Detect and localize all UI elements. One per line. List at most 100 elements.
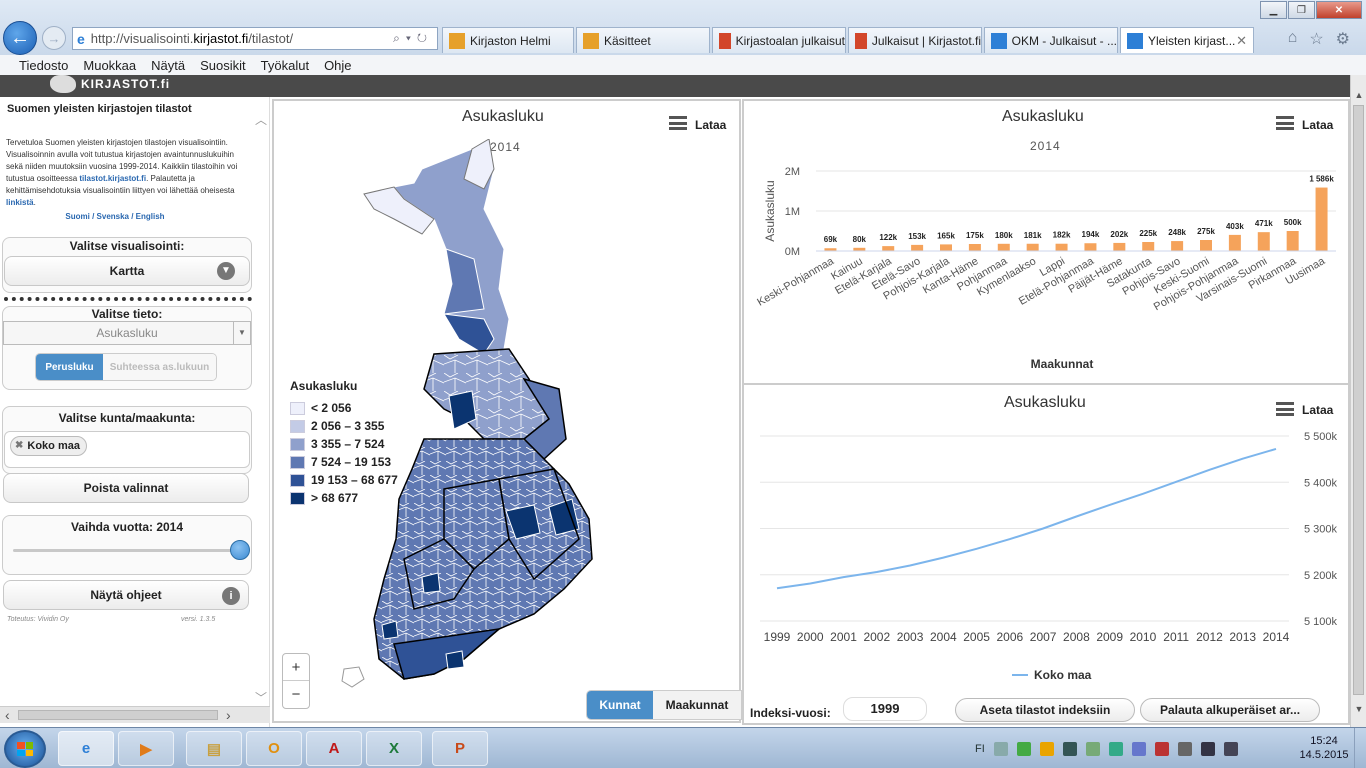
- tampere[interactable]: [421, 572, 441, 594]
- address-tools-icon[interactable]: ⌕▾↻: [393, 31, 437, 46]
- browser-tab[interactable]: Julkaisut | Kirjastot.fi: [848, 27, 982, 53]
- bluetooth-icon[interactable]: [1062, 741, 1077, 756]
- signal-icon[interactable]: [1200, 741, 1215, 756]
- bar[interactable]: [1257, 232, 1270, 251]
- scroll-down-icon[interactable]: ▼: [1351, 701, 1366, 717]
- kunnat-button[interactable]: Kunnat: [587, 691, 653, 719]
- selection-chip[interactable]: ✖ Koko maa: [10, 436, 87, 456]
- sidebar-hscrollbar[interactable]: ‹ ›: [0, 706, 270, 723]
- browser-tab[interactable]: OKM - Julkaisut - ...: [984, 27, 1118, 53]
- bar[interactable]: [1084, 243, 1097, 251]
- update-icon[interactable]: [1108, 741, 1123, 756]
- media-player-icon[interactable]: ▶: [118, 731, 174, 766]
- browser-tab[interactable]: Käsitteet: [576, 27, 710, 53]
- gear-icon[interactable]: ⚙: [1336, 29, 1350, 49]
- sidebar-scrollbar[interactable]: ︿ ﹀: [253, 111, 267, 705]
- scroll-right-icon[interactable]: ›: [226, 707, 231, 723]
- browser-tab[interactable]: Kirjastoalan julkaisut: [712, 27, 846, 53]
- ahvenanmaa[interactable]: [341, 666, 365, 688]
- scroll-left-icon[interactable]: ‹: [5, 707, 10, 723]
- bar[interactable]: [1315, 187, 1328, 251]
- zoom-in-button[interactable]: +: [283, 654, 309, 681]
- bar[interactable]: [997, 243, 1010, 251]
- bar[interactable]: [882, 246, 895, 251]
- tilastot-link[interactable]: tilastot.kirjastot.fi: [79, 174, 146, 183]
- suhteessa-button[interactable]: Suhteessa as.lukuun: [103, 354, 216, 380]
- menu-item[interactable]: Näytä: [151, 58, 185, 73]
- menu-icon[interactable]: [669, 116, 687, 130]
- legend-item[interactable]: > 68 677: [290, 489, 398, 507]
- keyboard-icon[interactable]: [993, 741, 1008, 756]
- language-indicator[interactable]: FI: [975, 743, 985, 755]
- language-links[interactable]: Suomi / Svenska / English: [0, 212, 230, 221]
- legend-item[interactable]: 2 056 – 3 355: [290, 417, 398, 435]
- browser-tab[interactable]: Kirjaston Helmi: [442, 27, 574, 53]
- chevron-down-icon[interactable]: ﹀: [255, 689, 267, 706]
- menu-item[interactable]: Tiedosto: [19, 58, 68, 73]
- legend-item[interactable]: 3 355 – 7 524: [290, 435, 398, 453]
- legend-item[interactable]: < 2 056: [290, 399, 398, 417]
- bar[interactable]: [911, 244, 924, 251]
- close-tab-icon[interactable]: ✕: [1236, 33, 1247, 49]
- kunta-input[interactable]: ✖ Koko maa: [4, 431, 250, 468]
- legend-item[interactable]: 7 524 – 19 153: [290, 453, 398, 471]
- bar[interactable]: [1171, 241, 1184, 251]
- map-download-button[interactable]: Lataa: [695, 118, 726, 132]
- bar[interactable]: [1113, 242, 1126, 251]
- bar[interactable]: [1286, 231, 1299, 251]
- powerpoint-icon[interactable]: P: [432, 731, 488, 766]
- acrobat-icon[interactable]: A: [306, 731, 362, 766]
- home-icon[interactable]: ⌂: [1288, 29, 1298, 49]
- start-button[interactable]: [4, 730, 46, 768]
- explorer-folder-icon[interactable]: ▤: [186, 731, 242, 766]
- perusluku-button[interactable]: Perusluku: [36, 354, 103, 380]
- office-icon[interactable]: [1039, 741, 1054, 756]
- excel-icon[interactable]: X: [366, 731, 422, 766]
- page-scrollbar[interactable]: ▲ ▼: [1350, 75, 1366, 727]
- zoom-out-button[interactable]: −: [283, 681, 309, 708]
- menu-item[interactable]: Muokkaa: [83, 58, 136, 73]
- clock[interactable]: 15:24 14.5.2015: [1296, 734, 1352, 762]
- bar[interactable]: [1142, 242, 1155, 251]
- legend-label[interactable]: Koko maa: [1034, 668, 1092, 682]
- maakunnat-button[interactable]: Maakunnat: [653, 691, 741, 719]
- feedback-link[interactable]: linkistä: [6, 198, 34, 207]
- set-index-button[interactable]: Aseta tilastot indeksiin: [955, 698, 1135, 722]
- volume-icon[interactable]: [1223, 741, 1238, 756]
- sync-icon[interactable]: [1131, 741, 1146, 756]
- nayta-ohjeet-button[interactable]: Näytä ohjeet: [3, 580, 249, 610]
- browser-tab[interactable]: Yleisten kirjast... ✕: [1120, 27, 1254, 53]
- year-slider-handle[interactable]: [230, 540, 250, 560]
- poista-valinnat-button[interactable]: Poista valinnat: [3, 473, 249, 503]
- forward-button[interactable]: →: [42, 26, 66, 50]
- bar[interactable]: [1026, 243, 1039, 251]
- bar[interactable]: [1228, 234, 1241, 251]
- bar[interactable]: [1200, 240, 1212, 251]
- tieto-select[interactable]: Asukasluku ▼: [3, 321, 251, 345]
- alert-icon[interactable]: [1154, 741, 1169, 756]
- restore-button[interactable]: Palauta alkuperäiset ar...: [1140, 698, 1320, 722]
- outlook-icon[interactable]: O: [246, 731, 302, 766]
- menu-item[interactable]: Suosikit: [200, 58, 246, 73]
- flag-icon[interactable]: [1177, 741, 1192, 756]
- menu-item[interactable]: Ohje: [324, 58, 351, 73]
- index-year-input[interactable]: 1999: [843, 697, 927, 721]
- hscroll-thumb[interactable]: [18, 710, 218, 720]
- network-tool-icon[interactable]: [1016, 741, 1031, 756]
- close-window-button[interactable]: ✕: [1316, 1, 1362, 19]
- scrollbar-thumb[interactable]: [1353, 105, 1364, 695]
- series-line-koko-maa[interactable]: [776, 447, 1277, 590]
- year-slider-track[interactable]: [13, 549, 239, 552]
- minimize-button[interactable]: ▁: [1260, 1, 1287, 19]
- bar[interactable]: [968, 244, 981, 251]
- bar[interactable]: [1055, 243, 1068, 251]
- chevron-up-icon[interactable]: ︿: [255, 111, 267, 128]
- ie-taskbar-icon[interactable]: e: [58, 731, 114, 766]
- oulu-region[interactable]: [423, 348, 550, 440]
- legend-item[interactable]: 19 153 – 68 677: [290, 471, 398, 489]
- visualisointi-select[interactable]: Kartta ▼: [4, 256, 250, 286]
- helsinki[interactable]: [445, 650, 465, 670]
- favorites-star-icon[interactable]: ☆: [1309, 29, 1323, 49]
- show-desktop-button[interactable]: [1354, 728, 1366, 768]
- remove-chip-icon[interactable]: ✖: [15, 437, 23, 455]
